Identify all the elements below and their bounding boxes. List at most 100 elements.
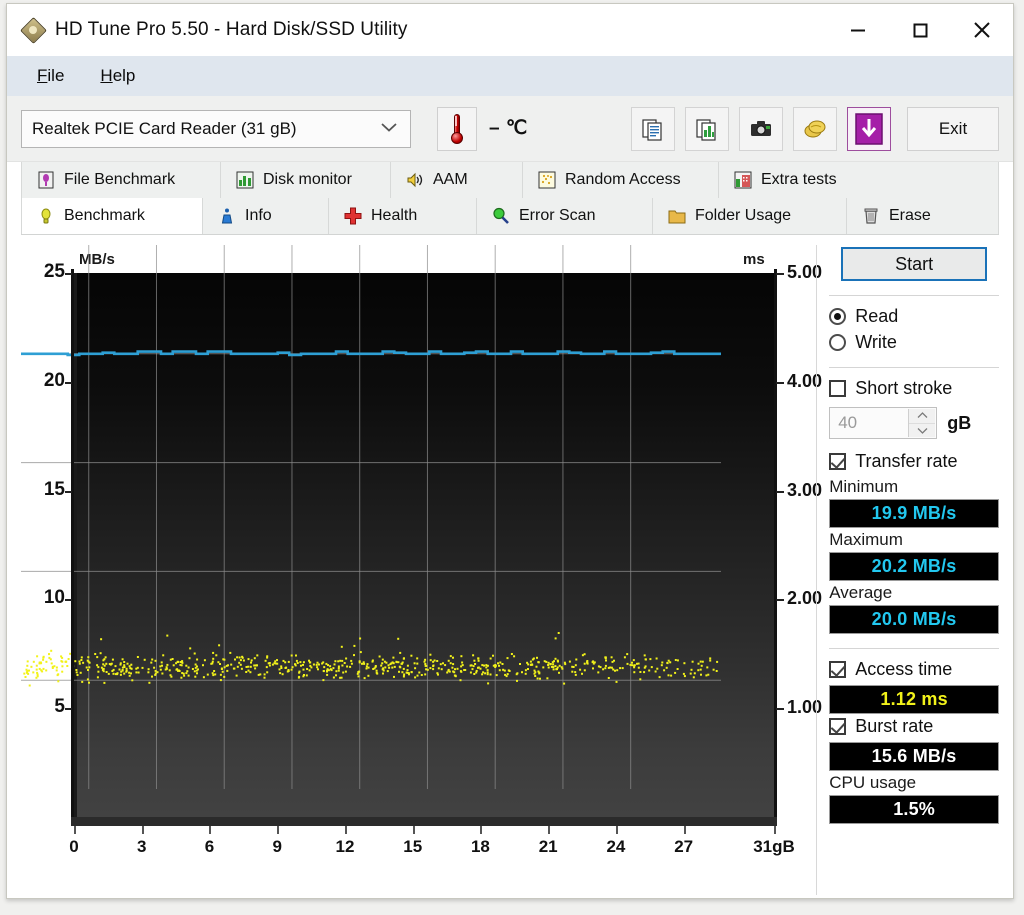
extra-tests-icon [733,170,753,190]
tab-info[interactable]: Info [203,198,329,234]
checkbox-access-time[interactable]: Access time [829,659,999,680]
chart-y-tick-left-5: 5 [21,696,65,718]
chart-x-tick-6: 6 [187,837,231,857]
metric-cpu-usage-box: 1.5% [829,795,999,824]
start-button[interactable]: Start [841,247,987,281]
metric-maximum-box: 20.2 MB/s [829,552,999,581]
file-benchmark-icon [36,170,56,190]
checkbox-burst-rate-label: Burst rate [855,716,933,737]
temperature-indicator [437,107,477,151]
tab-info-label: Info [245,207,272,225]
tab-error-scan[interactable]: Error Scan [477,198,653,234]
chart-y-tickmark-right [776,382,784,384]
checkbox-transfer-rate[interactable]: Transfer rate [829,451,999,472]
chart-x-tick-24: 24 [594,837,638,857]
metric-access-time-value: 1.12 ms [880,689,947,710]
radio-write-indicator [829,334,846,351]
checkbox-access-time-indicator [829,661,846,678]
chart-y-tick-left-10: 10 [21,587,65,609]
chart-y-tickmark-right [776,708,784,710]
minimize-icon[interactable] [827,4,889,56]
checkbox-short-stroke[interactable]: Short stroke [829,378,999,399]
metric-burst-rate-box: 15.6 MB/s [829,742,999,771]
exit-button[interactable]: Exit [907,107,999,151]
chart-x-tickmark [413,826,415,834]
chart-x-tick-0: 0 [52,837,96,857]
purple-download-arrow-icon[interactable] [847,107,891,151]
tab-folder-usage-label: Folder Usage [695,207,791,225]
chart-y-tick-left-15: 15 [21,479,65,501]
metric-average-box: 20.0 MB/s [829,605,999,634]
tab-file-benchmark-label: File Benchmark [64,171,175,189]
benchmark-side-panel: Start Read Write Short stroke [816,245,999,895]
camera-icon[interactable] [739,107,783,151]
metric-average-label: Average [829,583,999,603]
chart-y-tickmark-right [776,273,784,275]
tab-erase[interactable]: Erase [847,198,999,234]
drive-select[interactable]: Realtek PCIE Card Reader (31 gB) [21,110,411,148]
thermometer-icon [450,114,464,144]
chart-y-tickmark-right [776,599,784,601]
menu-bar: File Help [7,56,1013,96]
chart-axis-left [71,269,74,821]
close-icon[interactable] [951,4,1013,56]
tab-health[interactable]: Health [329,198,477,234]
tab-file-benchmark[interactable]: File Benchmark [21,162,221,198]
tab-folder-usage[interactable]: Folder Usage [653,198,847,234]
stepper-down-icon[interactable] [909,424,935,438]
short-stroke-value: 40 [830,413,857,433]
checkbox-short-stroke-label: Short stroke [855,378,952,399]
hdtune-diamond-icon [21,18,45,42]
drive-select-value: Realtek PCIE Card Reader (31 gB) [22,119,297,139]
chart-y-tickmark-left [65,382,72,384]
tab-random-access[interactable]: Random Access [523,162,719,198]
copy-document-icon[interactable] [631,107,675,151]
checkbox-burst-rate[interactable]: Burst rate [829,716,999,737]
tab-aam-label: AAM [433,171,468,189]
toolbar-buttons [631,107,891,151]
tab-health-label: Health [371,207,417,225]
metric-average-value: 20.0 MB/s [872,609,957,630]
metric-cpu-usage-value: 1.5% [893,799,935,820]
chart-x-tickmark [345,826,347,834]
folder-icon [667,206,687,226]
chart-plot-area [74,273,777,817]
tab-row-secondary: File Benchmark Disk monitor AAM [21,162,999,198]
metric-burst-rate-value: 15.6 MB/s [872,746,957,767]
chart-x-tickmark [616,826,618,834]
chevron-down-icon [380,120,398,138]
application-window: HD Tune Pro 5.50 - Hard Disk/SSD Utility… [6,3,1014,899]
metric-minimum-box: 19.9 MB/s [829,499,999,528]
tab-aam[interactable]: AAM [391,162,523,198]
radio-read[interactable]: Read [829,306,999,327]
window-title: HD Tune Pro 5.50 - Hard Disk/SSD Utility [55,19,407,41]
copy-chart-icon[interactable] [685,107,729,151]
title-bar-left: HD Tune Pro 5.50 - Hard Disk/SSD Utility [7,18,407,42]
menu-item-file[interactable]: File [19,66,82,86]
chart-x-tick-18: 18 [458,837,502,857]
tab-extra-tests[interactable]: Extra tests [719,162,999,198]
tab-error-scan-label: Error Scan [519,207,595,225]
tab-benchmark[interactable]: Benchmark [21,198,203,234]
tab-disk-monitor[interactable]: Disk monitor [221,162,391,198]
short-stroke-input[interactable]: 40 [829,407,937,439]
menu-item-file-label-rest: ile [47,66,64,85]
menu-item-help[interactable]: Help [82,66,153,86]
bar-chart-icon [235,170,255,190]
chart-x-tick-15: 15 [391,837,435,857]
short-stroke-stepper[interactable] [908,409,935,437]
radio-write[interactable]: Write [829,332,999,353]
gold-coins-icon[interactable] [793,107,837,151]
chart-x-tickmark [684,826,686,834]
menu-item-help-label-rest: elp [113,66,136,85]
panel-divider-2 [829,367,999,368]
chart-x-tickmark [480,826,482,834]
maximize-icon[interactable] [889,4,951,56]
chart-x-tickmark [277,826,279,834]
metric-maximum-value: 20.2 MB/s [872,556,957,577]
radio-read-label: Read [855,306,898,327]
chart-x-tickmark [548,826,550,834]
stepper-up-icon[interactable] [909,409,935,424]
chart-axis-bottom [71,817,777,826]
radio-write-label: Write [855,332,897,353]
